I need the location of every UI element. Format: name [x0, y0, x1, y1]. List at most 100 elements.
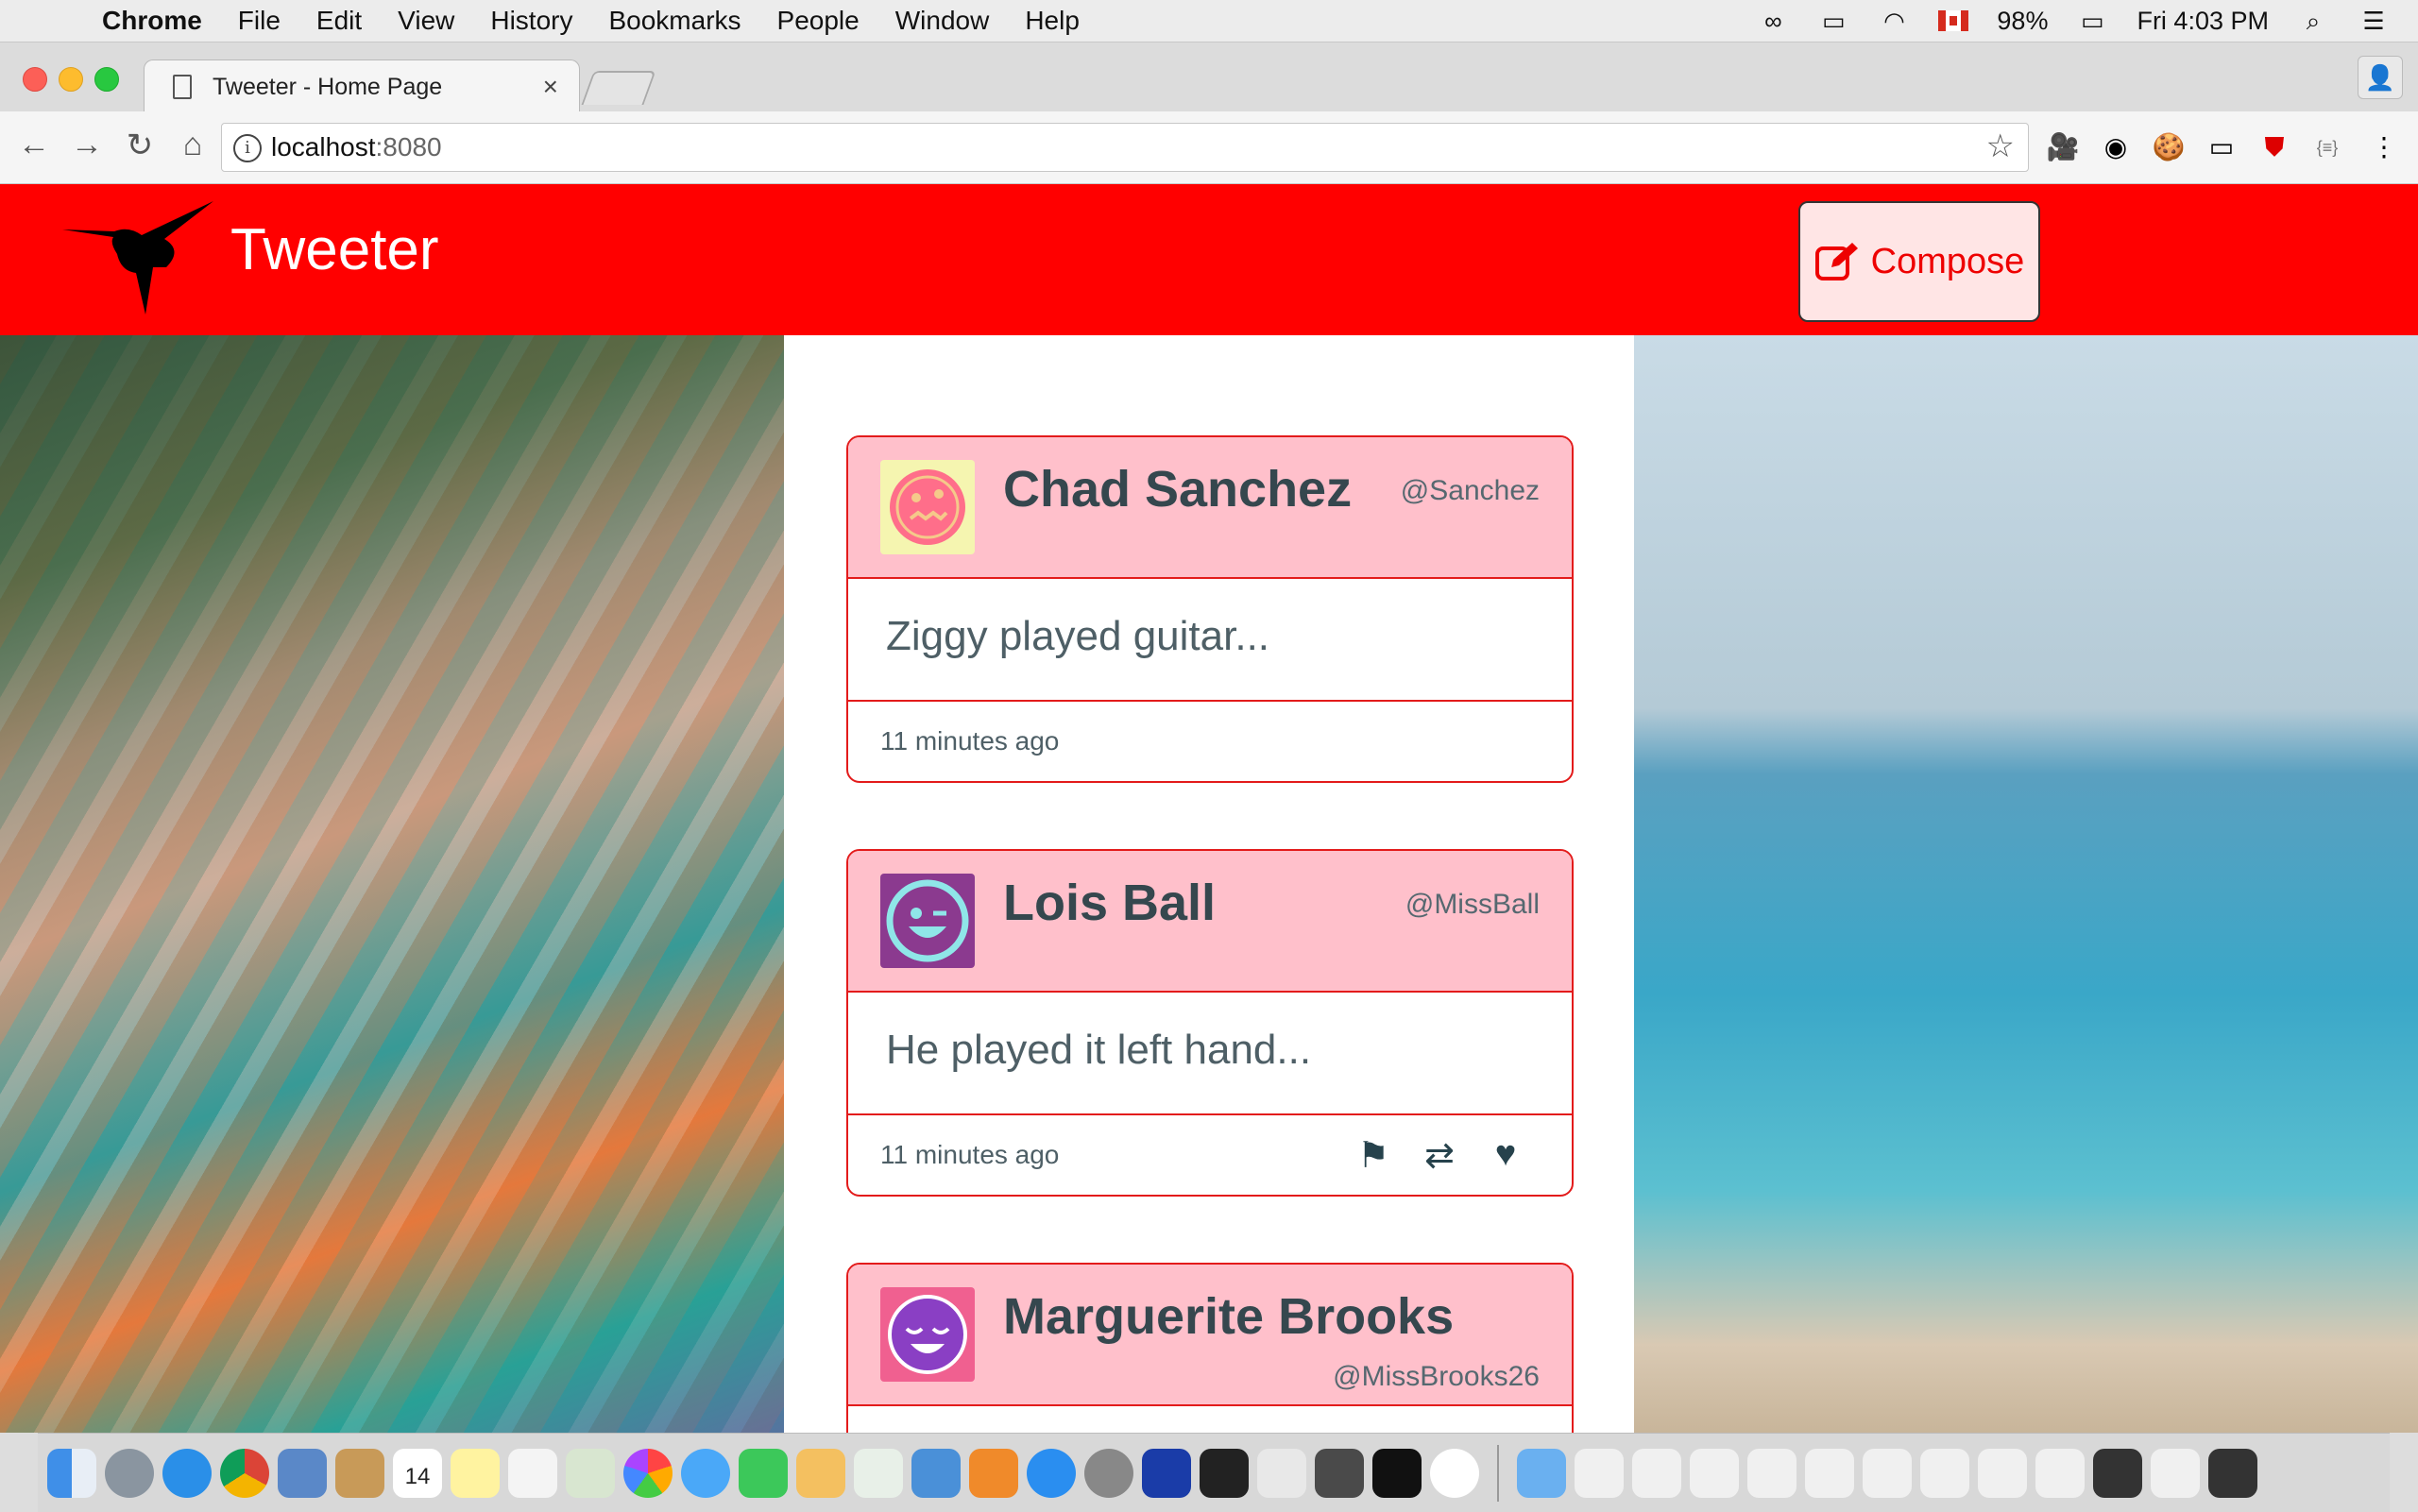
- photos-icon[interactable]: [623, 1448, 673, 1498]
- tweet-card: Marguerite Brooks @MissBrooks26: [846, 1263, 1574, 1433]
- safari-icon[interactable]: [162, 1448, 212, 1498]
- extension-blank-icon[interactable]: ▭: [2205, 130, 2239, 164]
- numbers-icon[interactable]: [854, 1448, 903, 1498]
- keynote-icon[interactable]: [911, 1448, 961, 1498]
- back-arrow-icon[interactable]: ←: [15, 127, 53, 163]
- user-name: Marguerite Brooks: [1003, 1288, 1455, 1345]
- window-thumbnail-icon[interactable]: [2093, 1448, 2142, 1498]
- forward-arrow-icon[interactable]: →: [68, 127, 106, 163]
- terminal-icon[interactable]: [1372, 1448, 1422, 1498]
- menu-window[interactable]: Window: [895, 6, 990, 36]
- extension-json-icon[interactable]: {≡}: [2310, 130, 2344, 164]
- document-icon[interactable]: [1632, 1448, 1681, 1498]
- reminders-icon[interactable]: [508, 1448, 557, 1498]
- window-thumbnail-icon[interactable]: [2208, 1448, 2257, 1498]
- document-icon[interactable]: [2035, 1448, 2085, 1498]
- tab-title: Tweeter - Home Page: [213, 73, 443, 100]
- user-name: Lois Ball: [1003, 875, 1217, 931]
- page-viewport: Tweeter Compose Chad Sanchez @Sanchez Zi…: [0, 184, 2418, 1433]
- window-thumbnail-icon[interactable]: [2151, 1448, 2200, 1498]
- itunes-icon[interactable]: [1430, 1448, 1479, 1498]
- document-icon[interactable]: [1863, 1448, 1912, 1498]
- pages-icon[interactable]: [796, 1448, 845, 1498]
- window-zoom-button[interactable]: [94, 67, 119, 92]
- address-bar[interactable]: i localhost:8080 ☆: [221, 123, 2029, 172]
- finder-icon[interactable]: [47, 1448, 96, 1498]
- tweet-card: Chad Sanchez @Sanchez Ziggy played guita…: [846, 435, 1574, 783]
- flag-icon[interactable]: ⚑: [1353, 1134, 1394, 1177]
- facetime-icon[interactable]: [739, 1448, 788, 1498]
- reload-icon[interactable]: ↻: [121, 127, 159, 164]
- contacts-icon[interactable]: [335, 1448, 384, 1498]
- winking-face-icon[interactable]: [880, 874, 975, 968]
- chrome-icon[interactable]: [220, 1448, 269, 1498]
- document-icon[interactable]: [1805, 1448, 1854, 1498]
- home-icon[interactable]: ⌂: [174, 127, 212, 163]
- menu-history[interactable]: History: [490, 6, 572, 36]
- document-icon[interactable]: [1920, 1448, 1969, 1498]
- tab-close-icon[interactable]: ×: [543, 72, 558, 102]
- document-icon[interactable]: [1690, 1448, 1739, 1498]
- extension-cookie-icon[interactable]: 🍪: [2152, 130, 2186, 164]
- bbedit-icon[interactable]: [1142, 1448, 1191, 1498]
- battery-icon[interactable]: ▭: [2076, 8, 2108, 33]
- tweet-actions: ⚑ ⇄ ♥: [1353, 1134, 1526, 1177]
- extension-camera-icon[interactable]: 🎥: [2046, 130, 2080, 164]
- tweet-header: Lois Ball @MissBall: [848, 851, 1572, 993]
- document-icon[interactable]: [1575, 1448, 1624, 1498]
- calendar-icon[interactable]: 14: [393, 1448, 442, 1498]
- tweet-card: Lois Ball @MissBall He played it left ha…: [846, 849, 1574, 1197]
- menu-edit[interactable]: Edit: [316, 6, 362, 36]
- spotlight-search-icon[interactable]: ⌕: [2297, 8, 2329, 33]
- extension-color-icon[interactable]: ◉: [2099, 130, 2133, 164]
- document-icon[interactable]: [1978, 1448, 2027, 1498]
- link-icon[interactable]: ∞: [1757, 8, 1789, 33]
- airplay-icon[interactable]: ▭: [1817, 8, 1849, 33]
- window-close-button[interactable]: [23, 67, 47, 92]
- trash-icon[interactable]: [2266, 1448, 2315, 1498]
- menu-bookmarks[interactable]: Bookmarks: [608, 6, 741, 36]
- tweet-header: Marguerite Brooks @MissBrooks26: [848, 1265, 1572, 1406]
- preview-icon[interactable]: [278, 1448, 327, 1498]
- messages-icon[interactable]: [681, 1448, 730, 1498]
- system-preferences-icon[interactable]: [1084, 1448, 1133, 1498]
- launchpad-icon[interactable]: [105, 1448, 154, 1498]
- browser-tab[interactable]: Tweeter - Home Page ×: [144, 59, 580, 113]
- menu-file[interactable]: File: [238, 6, 281, 36]
- extension-shield-icon[interactable]: ⛊: [2257, 130, 2291, 164]
- pizza-face-icon[interactable]: [880, 460, 975, 554]
- notes-icon[interactable]: [451, 1448, 500, 1498]
- window-minimize-button[interactable]: [59, 67, 83, 92]
- slack-icon[interactable]: [1257, 1448, 1306, 1498]
- retweet-icon[interactable]: ⇄: [1419, 1134, 1460, 1177]
- sublime-text-icon[interactable]: [1315, 1448, 1364, 1498]
- brand-title[interactable]: Tweeter: [230, 216, 439, 283]
- battery-percent[interactable]: 98%: [1997, 7, 2048, 36]
- folder-icon[interactable]: [1517, 1448, 1566, 1498]
- menu-app-name[interactable]: Chrome: [102, 6, 202, 36]
- sleepy-face-icon[interactable]: [880, 1287, 975, 1382]
- new-tab-button[interactable]: [581, 71, 656, 105]
- console-icon[interactable]: [1200, 1448, 1249, 1498]
- canada-flag-icon[interactable]: [1938, 10, 1969, 31]
- site-info-icon[interactable]: i: [233, 134, 262, 162]
- document-icon[interactable]: [1747, 1448, 1796, 1498]
- app-store-icon[interactable]: [1027, 1448, 1076, 1498]
- clock[interactable]: Fri 4:03 PM: [2137, 7, 2269, 36]
- ibooks-icon[interactable]: [969, 1448, 1018, 1498]
- maps-icon[interactable]: [566, 1448, 615, 1498]
- chrome-menu-icon[interactable]: ⋮: [2367, 130, 2401, 164]
- tweet-feed: Chad Sanchez @Sanchez Ziggy played guita…: [784, 335, 1634, 1433]
- menu-view[interactable]: View: [398, 6, 454, 36]
- profile-icon[interactable]: 👤: [2358, 56, 2403, 99]
- wifi-icon[interactable]: ◠: [1878, 8, 1910, 33]
- beach-background-left: [0, 335, 784, 1433]
- menu-help[interactable]: Help: [1025, 6, 1080, 36]
- hummingbird-logo-icon: [62, 201, 213, 314]
- bookmark-star-icon[interactable]: ☆: [1986, 127, 2015, 165]
- menu-people[interactable]: People: [777, 6, 860, 36]
- compose-button[interactable]: Compose: [1798, 201, 2040, 322]
- url-text[interactable]: localhost:8080: [271, 124, 442, 171]
- heart-icon[interactable]: ♥: [1485, 1134, 1526, 1177]
- notification-list-icon[interactable]: ☰: [2358, 8, 2390, 33]
